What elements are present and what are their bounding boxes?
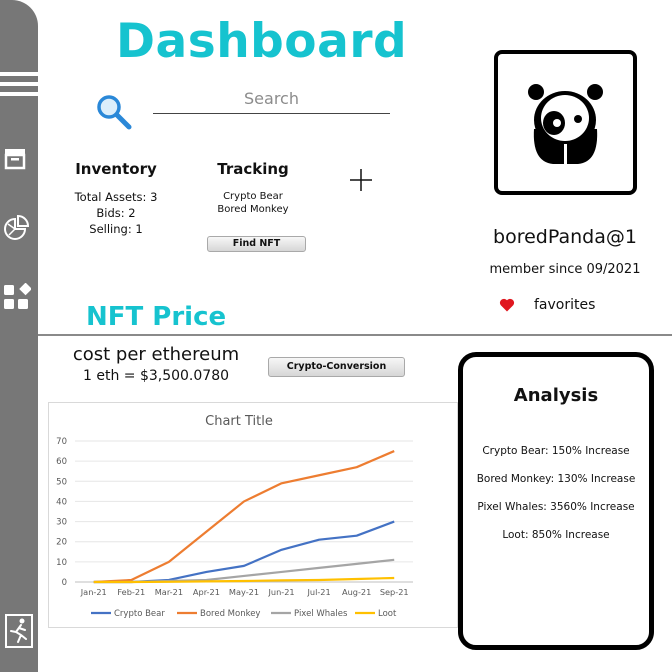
find-nft-button[interactable]: Find NFT [207,236,306,252]
y-tick-label: 50 [56,477,67,487]
legend-label: Bored Monkey [200,609,260,619]
search-input[interactable] [153,84,390,114]
nft-price-chart: Chart Title 0 10 20 30 40 50 60 70 Jan-21 Feb-21 Ma… [48,402,458,628]
inventory-selling: Selling: 1 [89,222,143,236]
y-tick-label: 60 [56,457,67,467]
legend-label: Loot [378,609,397,619]
section-divider [38,334,672,336]
analysis-item: Crypto Bear: 150% Increase [482,445,630,457]
analysis-title: Analysis [513,385,599,406]
series-line [93,576,395,584]
x-tick-label: May-21 [229,587,259,597]
cost-per-ethereum-label: cost per ethereum [72,344,240,365]
inventory-bids: Bids: 2 [96,206,136,220]
pie-chart-icon[interactable] [3,215,31,243]
analysis-item: Pixel Whales: 3560% Increase [477,501,635,513]
heart-icon[interactable] [499,297,515,313]
y-tick-label: 10 [56,558,67,568]
tracking-item[interactable]: Crypto Bear [193,190,313,204]
eth-rate: 1 eth = $3,500.0780 [82,368,230,384]
tracking-item[interactable]: Bored Monkey [193,203,313,217]
x-tick-label: Aug-21 [342,587,371,597]
chart-title: Chart Title [205,414,273,429]
archive-icon[interactable] [3,146,31,174]
page-title: Dashboard [116,14,408,69]
series-line [93,450,395,584]
x-tick-label: Jun-21 [267,587,294,597]
sidebar [0,0,38,672]
series-line [93,520,395,584]
avatar[interactable] [494,50,637,195]
member-since: member since 09/2021 [489,262,641,277]
tracking-title: Tracking [217,160,289,178]
analysis-card: Analysis Crypto Bear: 150% Increase Bore… [458,352,654,650]
favorites-link[interactable]: favorites [534,297,595,313]
y-tick-label: 0 [62,578,67,588]
legend-label: Pixel Whales [294,609,348,619]
username: boredPanda@1 [493,226,637,248]
legend-label: Crypto Bear [114,609,165,619]
y-tick-label: 40 [56,497,67,507]
y-tick-label: 20 [56,538,67,548]
x-tick-label: Jan-21 [80,587,107,597]
crypto-conversion-button[interactable]: Crypto-Conversion [268,357,405,377]
chart-svg: Chart Title 0 10 20 30 40 50 60 70 Jan-21 Feb-21 Ma… [56,414,413,619]
y-tick-label: 70 [56,437,67,447]
exit-icon[interactable] [4,614,34,648]
analysis-item: Bored Monkey: 130% Increase [476,473,636,485]
x-tick-label: Apr-21 [193,587,220,597]
nft-price-title: NFT Price [86,302,227,332]
panda-logo-icon [528,84,603,164]
inventory-total-assets: Total Assets: 3 [74,190,158,204]
apps-grid-icon[interactable] [3,283,31,311]
x-tick-label: Jul-21 [306,587,330,597]
x-tick-label: Sep-21 [380,587,409,597]
search-icon[interactable] [96,94,136,134]
x-tick-label: Feb-21 [117,587,145,597]
menu-icon[interactable] [0,72,38,102]
y-tick-label: 30 [56,518,67,528]
analysis-item: Loot: 850% Increase [502,529,610,541]
plus-icon[interactable] [349,168,373,192]
inventory-title: Inventory [75,160,157,178]
x-tick-label: Mar-21 [155,587,183,597]
